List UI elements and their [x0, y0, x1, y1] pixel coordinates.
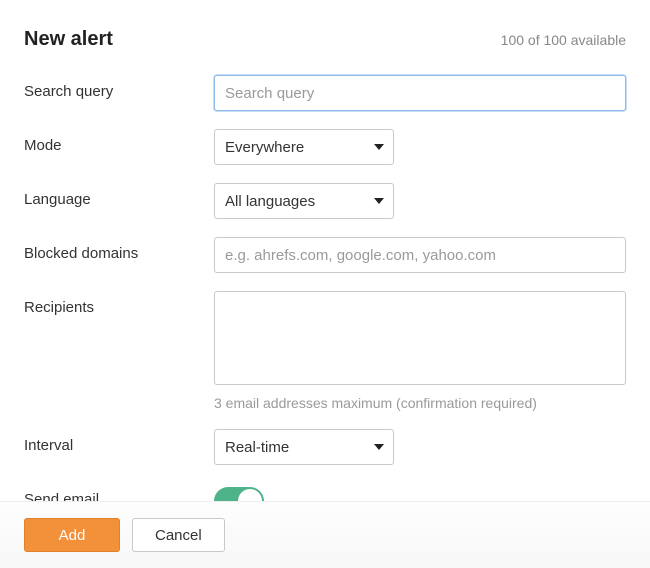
label-language: Language	[24, 183, 214, 208]
cancel-button[interactable]: Cancel	[132, 518, 225, 552]
label-interval: Interval	[24, 429, 214, 454]
add-button[interactable]: Add	[24, 518, 120, 552]
search-query-input[interactable]	[214, 75, 626, 111]
header-row: New alert 100 of 100 available	[24, 28, 626, 51]
mode-selected-value: Everywhere	[225, 139, 304, 156]
row-interval: Interval Real-time	[24, 429, 626, 465]
row-blocked-domains: Blocked domains	[24, 237, 626, 273]
interval-selected-value: Real-time	[225, 439, 289, 456]
interval-select[interactable]: Real-time	[214, 429, 394, 465]
page-title: New alert	[24, 28, 113, 51]
label-blocked-domains: Blocked domains	[24, 237, 214, 262]
row-recipients: Recipients 3 email addresses maximum (co…	[24, 291, 626, 411]
row-mode: Mode Everywhere	[24, 129, 626, 165]
label-recipients: Recipients	[24, 291, 214, 316]
recipients-input[interactable]	[214, 291, 626, 385]
language-selected-value: All languages	[225, 193, 315, 210]
row-search-query: Search query	[24, 75, 626, 111]
label-search-query: Search query	[24, 75, 214, 100]
recipients-help-text: 3 email addresses maximum (confirmation …	[214, 395, 626, 411]
row-language: Language All languages	[24, 183, 626, 219]
available-count: 100 of 100 available	[501, 32, 626, 48]
language-select[interactable]: All languages	[214, 183, 394, 219]
footer: Add Cancel	[0, 501, 650, 568]
new-alert-form: New alert 100 of 100 available Search qu…	[0, 0, 650, 519]
label-mode: Mode	[24, 129, 214, 154]
mode-select[interactable]: Everywhere	[214, 129, 394, 165]
blocked-domains-input[interactable]	[214, 237, 626, 273]
